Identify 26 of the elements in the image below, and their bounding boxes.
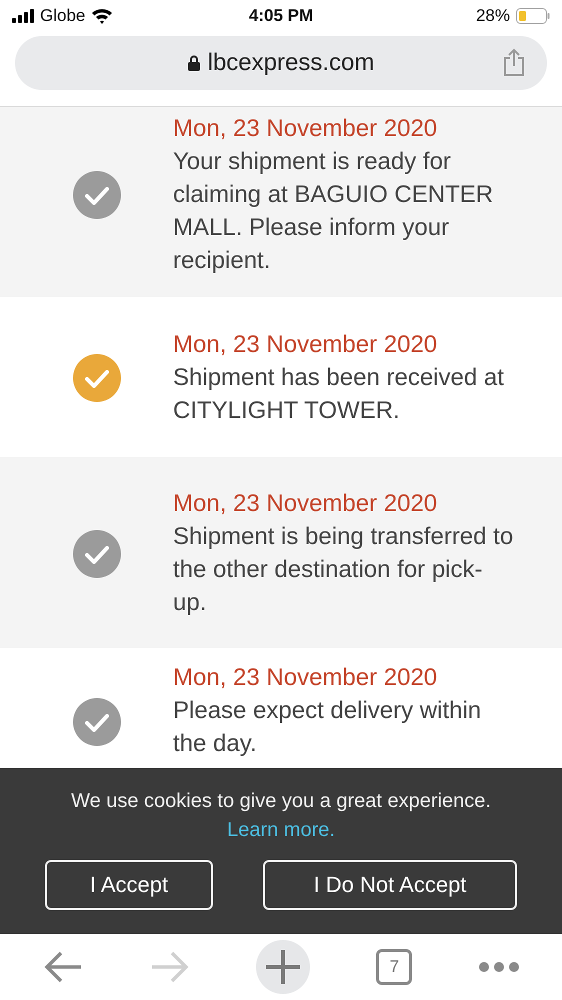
learn-more-link[interactable]: Learn more. [227, 819, 335, 842]
cookie-button[interactable]: I Accept [45, 860, 213, 910]
url-text: lbcexpress.com [208, 49, 374, 77]
tab-count[interactable]: 7 [376, 949, 412, 985]
carrier-name: Globe [40, 6, 86, 26]
event-date: Mon, 23 November 2020 [173, 114, 438, 144]
share-icon[interactable] [503, 48, 525, 76]
cookie-message: We use cookies to give you a great experience. [71, 790, 491, 813]
battery-percent: 28% [476, 6, 510, 26]
event-description: Shipment is being transferred to the other destination for pick-up. [173, 522, 514, 618]
event-description: Please expect delivery within the day. [173, 696, 482, 759]
event-description: Your shipment is ready for claiming at BAGUIO CENTER MALL. Please inform your recipient. [173, 147, 494, 276]
status-time: 4:05 PM [248, 6, 314, 26]
more-icon[interactable] [478, 962, 519, 972]
lock-icon [188, 55, 200, 71]
address-bar[interactable]: lbcexpress.com [15, 36, 547, 90]
battery-icon [516, 8, 550, 24]
cookie-button[interactable]: I Do Not Accept [263, 860, 517, 910]
event-description: Shipment has been received at CITYLIGHT TOWER. [173, 363, 505, 426]
wifi-icon [91, 8, 114, 24]
signal-icon [12, 9, 34, 23]
event-date: Mon, 23 November 2020 [173, 663, 438, 693]
new-tab-icon[interactable] [256, 940, 310, 994]
event-date: Mon, 23 November 2020 [173, 489, 438, 519]
event-date: Mon, 23 November 2020 [173, 330, 438, 360]
back-icon[interactable] [43, 950, 84, 984]
